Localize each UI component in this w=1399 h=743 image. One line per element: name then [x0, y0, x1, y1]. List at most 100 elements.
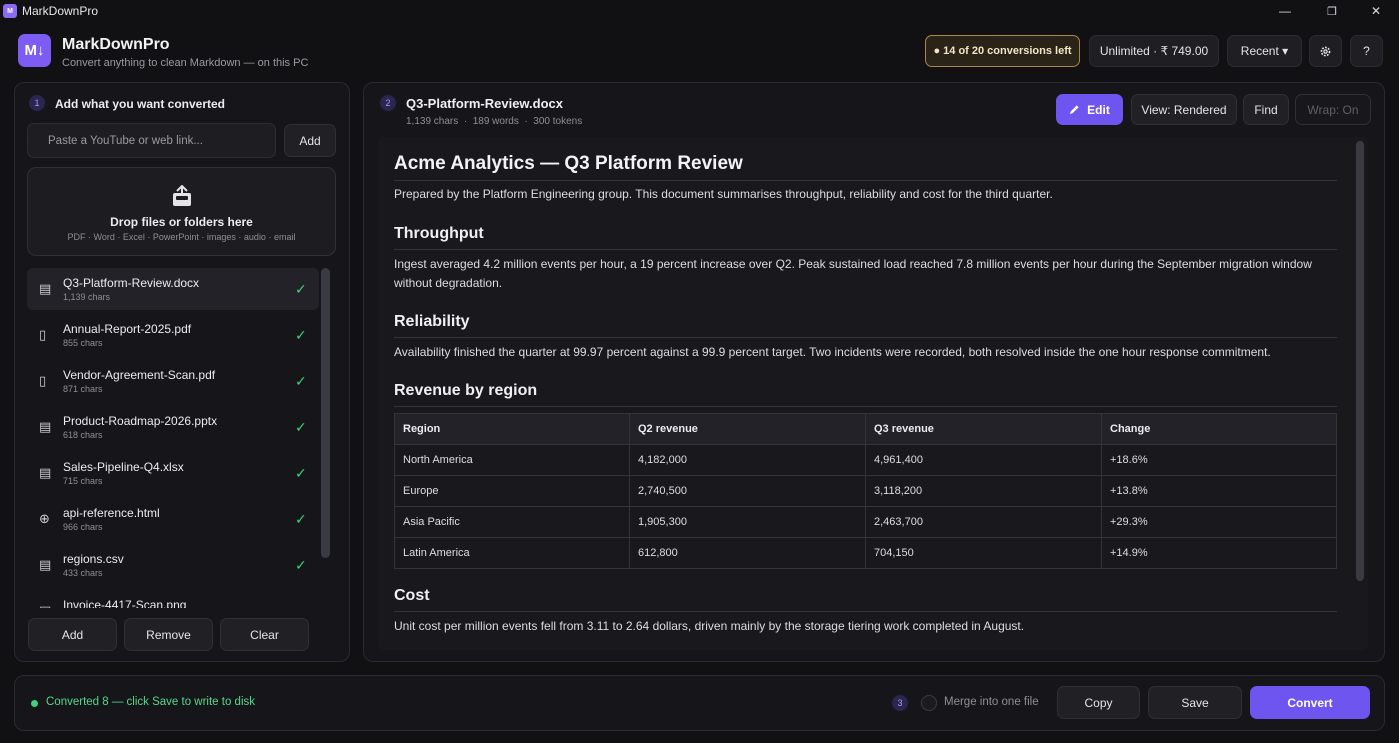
pencil-icon — [1070, 105, 1079, 115]
doc-heading: Acme Analytics — Q3 Platform Review — [394, 153, 743, 174]
section-heading: Reliability — [394, 313, 470, 330]
checkmark-icon: ✓ — [295, 557, 307, 573]
close-button[interactable]: ✕ — [1353, 0, 1399, 22]
drop-zone[interactable]: Drop files or folders here PDF · Word · … — [27, 167, 336, 256]
view-mode-button[interactable]: View: Rendered — [1131, 94, 1237, 125]
gear-icon — [1320, 46, 1331, 56]
file-size: 871 chars — [63, 384, 103, 394]
maximize-button[interactable]: ❐ — [1309, 0, 1355, 22]
merge-checkbox[interactable] — [921, 695, 937, 711]
wrap-toggle[interactable]: Wrap: On — [1295, 94, 1371, 125]
table-cell: 2,463,700 — [865, 506, 1102, 538]
table-row: Europe 2,740,500 3,118,200 +13.8% — [394, 475, 1337, 507]
table-row: Latin America 612,800 704,150 +14.9% — [394, 537, 1337, 569]
app-icon: M — [3, 4, 17, 18]
table-cell: +14.9% — [1101, 537, 1337, 569]
document-icon: ▤ — [39, 281, 52, 296]
table-row: Asia Pacific 1,905,300 2,463,700 +29.3% — [394, 506, 1337, 538]
clear-button[interactable]: Clear — [220, 618, 309, 651]
table-row: North America 4,182,000 4,961,400 +18.6% — [394, 444, 1337, 476]
column-header: Q2 revenue — [629, 413, 866, 445]
merge-label[interactable]: Merge into one file — [944, 696, 1039, 708]
checkmark-icon: ✓ — [295, 373, 307, 389]
table-cell: 2,740,500 — [629, 475, 866, 507]
image-icon: ▤ — [39, 604, 51, 609]
preview-panel: 2 Q3-Platform-Review.docx 1,139 chars · … — [363, 82, 1385, 662]
link-input[interactable]: Paste a YouTube or web link... — [27, 123, 276, 158]
column-header: Change — [1101, 413, 1337, 445]
file-item[interactable]: ▤ Q3-Platform-Review.docx 1,139 chars ✓ — [27, 268, 319, 310]
table-cell: +18.6% — [1101, 444, 1337, 476]
table-cell: 612,800 — [629, 537, 866, 569]
file-item[interactable]: ▤ regions.csv 433 chars ✓ — [27, 544, 319, 586]
file-name: Sales-Pipeline-Q4.xlsx — [63, 460, 184, 474]
preview-scrollbar[interactable] — [1356, 141, 1364, 581]
table-cell: Asia Pacific — [394, 506, 630, 538]
document-title: Q3-Platform-Review.docx — [406, 96, 564, 111]
table-cell: Latin America — [394, 537, 630, 569]
file-list-scrollbar[interactable] — [321, 268, 330, 558]
help-button[interactable]: ? — [1350, 35, 1383, 67]
spreadsheet-icon: ▤ — [39, 465, 52, 480]
app-header: M↓ MarkDownPro Convert anything to clean… — [0, 22, 1399, 80]
source-panel: 1 Add what you want converted Paste a Yo… — [14, 82, 350, 662]
drop-zone-title: Drop files or folders here — [110, 215, 253, 229]
convert-button[interactable]: Convert — [1250, 686, 1370, 719]
file-item[interactable]: ▤ Product-Roadmap-2026.pptx 618 chars ✓ — [27, 406, 319, 448]
step-badge: 3 — [892, 695, 908, 711]
table-header-row: Region Q2 revenue Q3 revenue Change — [394, 413, 1337, 445]
file-item[interactable]: ▤ Sales-Pipeline-Q4.xlsx 715 chars ✓ — [27, 452, 319, 494]
status-message: Converted 8 — click Save to write to dis… — [46, 696, 255, 708]
csv-icon: ▤ — [39, 557, 52, 572]
app-logo: M↓ — [18, 34, 51, 67]
file-size: 855 chars — [63, 338, 103, 348]
status-dot-icon — [31, 700, 38, 707]
add-link-button[interactable]: Add — [284, 124, 336, 157]
file-list: ▤ Q3-Platform-Review.docx 1,139 chars ✓ … — [27, 268, 337, 608]
file-size: 618 chars — [63, 430, 103, 440]
file-item[interactable]: ⊕ api-reference.html 966 chars ✓ — [27, 498, 319, 540]
file-size: 1,139 chars — [63, 292, 111, 302]
file-item[interactable]: ▤ Invoice-4417-Scan.png — [27, 590, 319, 608]
save-button[interactable]: Save — [1148, 686, 1242, 719]
table-cell: Europe — [394, 475, 630, 507]
file-size: 966 chars — [63, 522, 103, 532]
table-cell: 4,182,000 — [629, 444, 866, 476]
document-stats: 1,139 chars · 189 words · 300 tokens — [406, 116, 583, 127]
recent-dropdown[interactable]: Recent ▾ — [1227, 35, 1302, 67]
file-name: Q3-Platform-Review.docx — [63, 276, 200, 290]
file-name: Product-Roadmap-2026.pptx — [63, 414, 218, 428]
file-name: Annual-Report-2025.pdf — [63, 322, 192, 336]
minimize-button[interactable]: — — [1262, 0, 1308, 22]
settings-button[interactable] — [1309, 35, 1342, 67]
remove-button[interactable]: Remove — [124, 618, 213, 651]
copy-button[interactable]: Copy — [1057, 686, 1140, 719]
app-tagline: Convert anything to clean Markdown — on … — [62, 57, 309, 69]
quota-badge[interactable]: ● 14 of 20 conversions left — [925, 35, 1080, 67]
add-button[interactable]: Add — [28, 618, 117, 651]
file-item[interactable]: ▯ Vendor-Agreement-Scan.pdf 871 chars ✓ — [27, 360, 319, 402]
edit-button[interactable]: Edit — [1056, 94, 1123, 125]
section-heading: Throughput — [394, 225, 484, 242]
source-panel-title: Add what you want converted — [55, 97, 226, 111]
presentation-icon: ▤ — [39, 419, 52, 434]
table-cell: 4,961,400 — [865, 444, 1102, 476]
plan-button[interactable]: Unlimited · ₹ 749.00 — [1089, 35, 1219, 67]
action-bar: Converted 8 — click Save to write to dis… — [14, 675, 1385, 731]
checkmark-icon: ✓ — [295, 511, 307, 527]
app-name: MarkDownPro — [62, 36, 170, 53]
column-header: Q3 revenue — [865, 413, 1102, 445]
table-cell: 704,150 — [865, 537, 1102, 569]
file-item[interactable]: ▯ Annual-Report-2025.pdf 855 chars ✓ — [27, 314, 319, 356]
drop-zone-formats: PDF · Word · Excel · PowerPoint · images… — [67, 232, 296, 242]
find-button[interactable]: Find — [1243, 94, 1289, 125]
file-size: 433 chars — [63, 568, 103, 578]
checkmark-icon: ✓ — [295, 327, 307, 343]
table-cell: 1,905,300 — [629, 506, 866, 538]
file-name: Invoice-4417-Scan.png — [63, 598, 187, 608]
table-cell: +29.3% — [1101, 506, 1337, 538]
markdown-preview[interactable]: Acme Analytics — Q3 Platform Review Prep… — [378, 137, 1368, 650]
window-title: MarkDownPro — [22, 4, 99, 18]
column-header: Region — [394, 413, 630, 445]
pdf-icon: ▯ — [39, 327, 47, 342]
